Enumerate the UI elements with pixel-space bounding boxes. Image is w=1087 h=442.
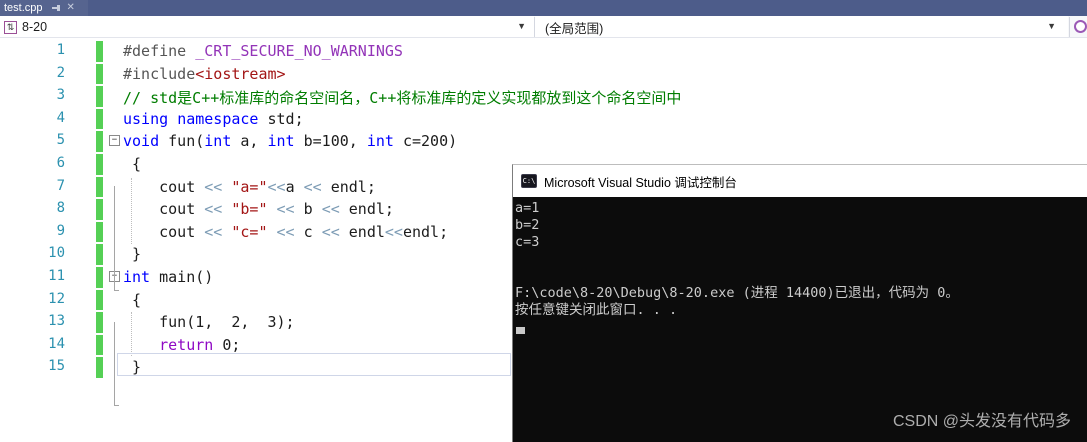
cpp-project-icon: ⇅ [4,20,17,34]
console-title-bar[interactable]: C:\ Microsoft Visual Studio 调试控制台 [513,165,1087,197]
change-tracking-bar [96,41,103,62]
code-text: { [123,290,142,309]
pin-icon[interactable] [51,3,61,13]
line-number[interactable]: 6 [0,155,65,171]
indent-guide [131,178,132,244]
console-title: Microsoft Visual Studio 调试控制台 [544,175,737,190]
tab-test-cpp[interactable]: test.cpp ✕ [0,0,88,16]
change-tracking-bar [96,154,103,175]
navigation-bar: ⇅ 8-20 ▼ (全局范围) ▼ [0,16,1087,38]
watermark: CSDN @头发没有代码多 [892,413,1071,430]
outline-guide [114,186,119,291]
line-number[interactable]: 3 [0,87,65,103]
code-text: void fun(int a, int b=100, int c=200) [123,132,458,151]
code-text: } [123,245,142,264]
line-number[interactable]: 14 [0,336,65,352]
change-tracking-bar [96,108,103,130]
line-number[interactable]: 12 [0,291,65,307]
member-scope-label: (全局范围) [545,21,604,36]
code-text: #define _CRT_SECURE_NO_WARNINGS [123,42,403,60]
code-text: { [123,155,142,173]
line-number[interactable]: 15 [0,358,65,374]
change-tracking-bar [96,244,103,265]
code-line[interactable]: 5 void fun(int a, int b=100, int c=200) [0,130,1087,153]
console-line: F:\code\8-20\Debug\8-20.exe (进程 14400)已退… [515,285,959,301]
code-text: // std是C++标准库的命名空间名，C++将标准库的定义实现都放到这个命名空… [123,89,682,108]
chevron-down-icon[interactable]: ▼ [517,21,526,31]
divider [1069,17,1070,37]
tab-title: test.cpp [4,2,43,14]
change-tracking-bar [96,199,103,220]
project-scope-dropdown[interactable]: ⇅ 8-20 ▼ [0,16,534,37]
change-tracking-bar [96,86,103,107]
line-number[interactable]: 8 [0,200,65,216]
console-output[interactable]: a=1 b=2 c=3 F:\code\8-20\Debug\8-20.exe (进… [513,197,1087,442]
line-number[interactable]: 2 [0,65,65,81]
console-line: 按任意键关闭此窗口. . . [515,302,678,318]
change-tracking-bar [96,176,103,198]
change-tracking-bar [96,312,103,333]
code-line[interactable]: 4 using namespace std; [0,108,1087,131]
current-line-highlight [117,353,511,376]
line-number[interactable]: 7 [0,178,65,194]
change-tracking-bar [96,289,103,311]
debug-console-window[interactable]: C:\ Microsoft Visual Studio 调试控制台 a=1 b=2… [512,164,1087,442]
console-line: a=1 [515,200,540,216]
close-icon[interactable]: ✕ [67,3,75,13]
document-tab-strip: test.cpp ✕ [0,0,1087,16]
line-number[interactable]: 9 [0,223,65,239]
line-number[interactable]: 13 [0,313,65,329]
code-text: #include<iostream> [123,64,286,83]
code-text: using namespace std; [123,109,304,128]
line-number[interactable]: 5 [0,132,65,148]
console-lines: a=1 b=2 c=3 F:\code\8-20\Debug\8-20.exe (进… [515,200,1087,319]
code-line[interactable]: 3 // std是C++标准库的命名空间名，C++将标准库的定义实现都放到这个命名… [0,85,1087,108]
line-number[interactable]: 1 [0,42,65,58]
change-tracking-bar [96,334,103,356]
code-text: fun(1, 2, 3); [123,313,295,332]
line-number[interactable]: 4 [0,110,65,126]
change-tracking-bar [96,357,103,378]
console-line: b=2 [515,217,540,233]
code-text: cout << "c=" << c << endl<<endl; [123,222,449,241]
code-line[interactable]: 1 #define _CRT_SECURE_NO_WARNINGS [0,40,1087,63]
method-icon [1074,20,1087,33]
chevron-down-icon[interactable]: ▼ [1047,21,1056,31]
change-tracking-bar [96,63,103,85]
line-number[interactable]: 10 [0,245,65,261]
member-scope-dropdown[interactable]: (全局范围) ▼ [535,16,1068,37]
change-tracking-bar [96,267,103,288]
code-text: cout << "b=" << b << endl; [123,200,394,219]
code-text: return 0; [159,335,241,354]
indent-guide [131,312,132,356]
collapse-icon[interactable] [109,135,120,147]
console-line: c=3 [515,234,540,250]
project-scope-label: 8-20 [22,20,48,34]
code-text: int main() [123,268,214,286]
code-text: cout << "a="<<a << endl; [123,177,376,196]
code-line[interactable]: 2 #include<iostream> [0,63,1087,86]
change-tracking-bar [96,131,103,152]
change-tracking-bar [96,221,103,243]
console-icon: C:\ [521,174,537,188]
visual-studio-window: test.cpp ✕ ⇅ 8-20 ▼ (全局范围) ▼ 1 #define _C… [0,0,1087,442]
line-number[interactable]: 11 [0,268,65,284]
console-cursor [516,327,525,334]
